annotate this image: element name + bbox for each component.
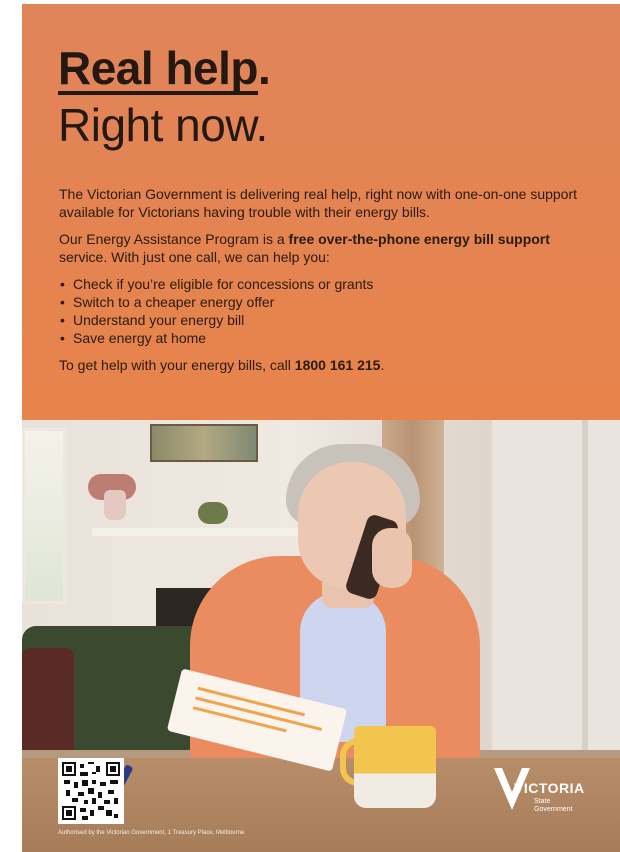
poster: Real help. Right now. The Victorian Gove…: [22, 4, 620, 852]
list-item: Switch to a cheaper energy offer: [59, 293, 579, 311]
plant: [198, 502, 228, 524]
logo-wordmark: VICTORIA: [514, 780, 585, 796]
qr-pattern: [62, 762, 120, 820]
cta-text: To get help with your energy bills, call: [59, 357, 295, 373]
list-item: Understand your energy bill: [59, 311, 579, 329]
doorframe: [582, 420, 588, 750]
body-copy: The Victorian Government is delivering r…: [59, 185, 579, 383]
program-text-bold: free over-the-phone energy bill support: [288, 231, 550, 247]
mug: [354, 726, 436, 808]
logo-sub-state: State: [534, 798, 551, 805]
orange-banner: Real help. Right now. The Victorian Gove…: [22, 4, 620, 420]
sofa-cushion: [22, 648, 74, 758]
painting: [150, 424, 258, 462]
cta-paragraph: To get help with your energy bills, call…: [59, 356, 579, 374]
list-item: Check if you’re eligible for concessions…: [59, 275, 579, 293]
program-paragraph: Our Energy Assistance Program is a free …: [59, 230, 579, 266]
program-text-before: Our Energy Assistance Program is a: [59, 231, 289, 247]
victoria-government-logo: VICTORIA State Government: [492, 764, 592, 824]
door: [492, 420, 620, 750]
authorised-statement: Authorised by the Victorian Government, …: [58, 830, 245, 836]
qr-code-icon[interactable]: [58, 758, 124, 824]
woman-hand: [372, 528, 412, 588]
window: [22, 428, 66, 604]
program-text-after: service. With just one call, we can help…: [59, 249, 330, 265]
photo-woman-on-phone: Authorised by the Victorian Government, …: [22, 420, 620, 852]
list-item: Save energy at home: [59, 329, 579, 347]
intro-paragraph: The Victorian Government is delivering r…: [59, 186, 578, 220]
headline-line-2: Right now.: [58, 99, 268, 151]
logo-sub-government: Government: [534, 806, 573, 813]
vase: [104, 490, 126, 520]
headline-dot: .: [258, 42, 271, 94]
headline-line-1: Real help.: [58, 42, 271, 95]
mantel: [92, 528, 316, 536]
cta-end: .: [380, 357, 385, 373]
phone-number[interactable]: 1800 161 215: [295, 357, 381, 373]
logo-subtitle: State Government: [534, 798, 573, 814]
headline-underlined: Real help: [58, 42, 259, 95]
help-list: Check if you’re eligible for concessions…: [59, 275, 579, 347]
